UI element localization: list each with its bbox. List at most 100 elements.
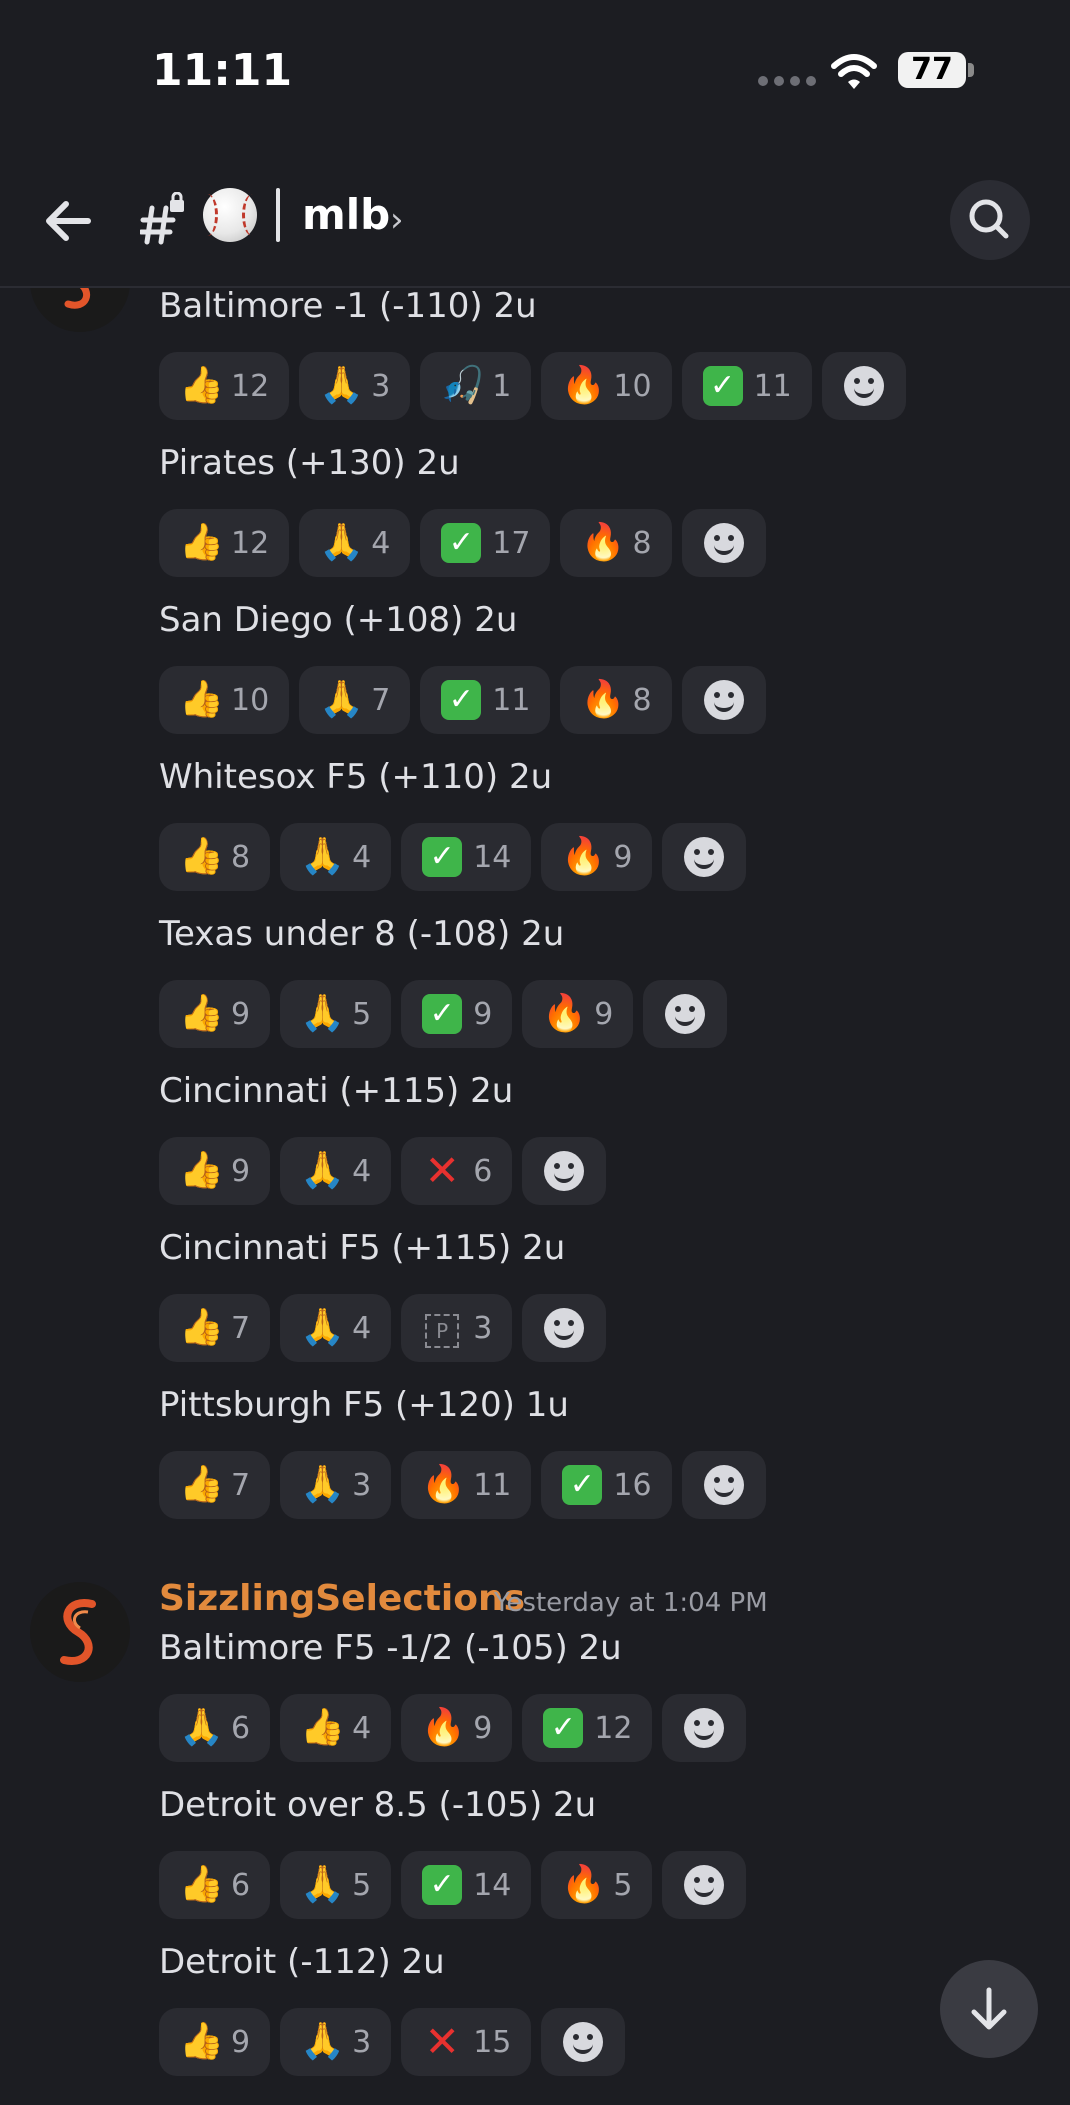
reaction-pill[interactable]: 👍 12 <box>159 352 290 420</box>
message-list[interactable]: Baltimore -1 (-110) 2u 👍 12 🙏 3 🎣 1 🔥 10 ✓ 11 Pirat… <box>0 288 1070 2105</box>
channel-name[interactable]: mlb <box>302 190 390 239</box>
reaction-count: 3 <box>371 368 391 404</box>
search-button[interactable] <box>950 180 1030 260</box>
reaction-count: 12 <box>231 525 270 561</box>
chevron-right-icon[interactable]: › <box>390 200 404 240</box>
reaction-row: 👍 12 🙏 3 🎣 1 🔥 10 ✓ 11 <box>159 352 906 420</box>
praying-hands-icon: 🙏 <box>300 1864 345 1905</box>
thumbs-up-icon: 👍 <box>179 836 224 877</box>
check-mark-icon: ✓ <box>421 994 463 1034</box>
reaction-pill[interactable]: 🔥 9 <box>541 823 653 891</box>
add-reaction-button[interactable] <box>541 2008 626 2076</box>
baseball-icon <box>203 188 257 242</box>
praying-hands-icon: 🙏 <box>179 1707 224 1748</box>
reaction-pill[interactable]: 🔥 11 <box>401 1451 532 1519</box>
reaction-pill[interactable]: 👍 12 <box>159 509 290 577</box>
message-text: Pirates (+130) 2u <box>159 443 460 483</box>
reaction-pill[interactable]: ✓ 17 <box>420 509 551 577</box>
reaction-pill[interactable]: 👍 4 <box>280 1694 392 1762</box>
reaction-pill[interactable]: 🔥 8 <box>560 666 672 734</box>
reaction-pill[interactable]: 🔥 8 <box>560 509 672 577</box>
reaction-count: 4 <box>352 1710 372 1746</box>
fire-icon: 🔥 <box>542 993 588 1034</box>
reaction-pill[interactable]: 🙏 4 <box>280 823 392 891</box>
smile-icon <box>665 994 706 1034</box>
reaction-pill[interactable]: 👍 6 <box>159 1851 271 1919</box>
reaction-pill[interactable]: 🎣 1 <box>420 352 532 420</box>
thumbs-up-icon: 👍 <box>179 1464 224 1505</box>
check-mark-icon: ✓ <box>702 366 744 406</box>
add-reaction-button[interactable] <box>522 1294 607 1362</box>
reaction-pill[interactable]: 🙏 3 <box>280 2008 392 2076</box>
add-reaction-button[interactable] <box>662 1694 747 1762</box>
reaction-pill[interactable]: 🙏 5 <box>280 1851 392 1919</box>
battery-level: 77 <box>898 52 966 88</box>
reaction-pill[interactable]: 👍 7 <box>159 1294 271 1362</box>
reaction-pill[interactable]: 🙏 7 <box>299 666 411 734</box>
reaction-count: 4 <box>352 1310 372 1346</box>
add-reaction-button[interactable] <box>681 509 766 577</box>
reaction-pill[interactable]: 🔥 9 <box>522 980 634 1048</box>
reaction-pill[interactable]: ✓ 11 <box>681 352 812 420</box>
praying-hands-icon: 🙏 <box>300 1307 345 1348</box>
reaction-pill[interactable]: P3 <box>401 1294 513 1362</box>
add-reaction-button[interactable] <box>662 823 747 891</box>
battery-icon: 77 <box>898 52 974 92</box>
praying-hands-icon: 🙏 <box>300 2021 345 2062</box>
reaction-pill[interactable]: ✕ 15 <box>401 2008 532 2076</box>
reaction-pill[interactable]: 🙏 4 <box>280 1294 392 1362</box>
smile-icon <box>544 1151 585 1191</box>
reaction-pill[interactable]: ✓ 14 <box>401 823 532 891</box>
smile-icon <box>684 837 725 877</box>
message-timestamp: Yesterday at 1:04 PM <box>494 1588 768 1618</box>
reaction-pill[interactable]: 🙏 3 <box>299 352 411 420</box>
reaction-pill[interactable]: 👍 10 <box>159 666 290 734</box>
reaction-row: 👍 7 🙏 3 🔥 11 ✓ 16 <box>159 1451 766 1519</box>
reaction-pill[interactable]: 🔥 5 <box>541 1851 653 1919</box>
jump-to-present-button[interactable] <box>940 1960 1038 2058</box>
reaction-pill[interactable]: ✓ 12 <box>522 1694 653 1762</box>
avatar[interactable] <box>30 288 130 332</box>
avatar[interactable] <box>30 1582 130 1682</box>
add-reaction-button[interactable] <box>522 1137 607 1205</box>
message-text: Cincinnati F5 (+115) 2u <box>159 1228 566 1268</box>
cross-mark-icon: ✕ <box>424 1146 460 1195</box>
reaction-pill[interactable]: ✓ 16 <box>541 1451 672 1519</box>
reaction-count: 7 <box>231 1310 251 1346</box>
praying-hands-icon: 🙏 <box>319 365 365 406</box>
add-reaction-button[interactable] <box>681 666 766 734</box>
add-reaction-button[interactable] <box>681 1451 766 1519</box>
reaction-pill[interactable]: 🙏 4 <box>280 1137 392 1205</box>
add-reaction-button[interactable] <box>821 352 906 420</box>
reaction-count: 12 <box>231 368 270 404</box>
message-author[interactable]: SizzlingSelections <box>159 1578 525 1619</box>
add-reaction-button[interactable] <box>662 1851 747 1919</box>
reaction-pill[interactable]: 🙏 6 <box>159 1694 271 1762</box>
add-reaction-button[interactable] <box>643 980 728 1048</box>
reaction-pill[interactable]: 👍 9 <box>159 2008 271 2076</box>
message-text: Texas under 8 (-108) 2u <box>159 914 565 954</box>
reaction-pill[interactable]: ✓ 9 <box>401 980 513 1048</box>
reaction-pill[interactable]: ✕ 6 <box>401 1137 513 1205</box>
reaction-pill[interactable]: 🙏 5 <box>280 980 392 1048</box>
thumbs-up-icon: 👍 <box>179 1864 224 1905</box>
reaction-row: 👍 9 🙏 5 ✓ 9 🔥 9 <box>159 980 728 1048</box>
message-text: Pittsburgh F5 (+120) 1u <box>159 1385 569 1425</box>
reaction-pill[interactable]: 🔥 9 <box>401 1694 513 1762</box>
reaction-pill[interactable]: 👍 9 <box>159 980 271 1048</box>
reaction-pill[interactable]: 🙏 4 <box>299 509 411 577</box>
reaction-count: 9 <box>594 996 614 1032</box>
reaction-pill[interactable]: 👍 8 <box>159 823 271 891</box>
reaction-pill[interactable]: ✓ 11 <box>420 666 551 734</box>
message-text: Cincinnati (+115) 2u <box>159 1071 514 1111</box>
reaction-pill[interactable]: 🔥 10 <box>541 352 672 420</box>
thumbs-up-icon: 👍 <box>300 1707 345 1748</box>
reaction-count: 17 <box>492 525 531 561</box>
reaction-pill[interactable]: 👍 9 <box>159 1137 271 1205</box>
reaction-count: 5 <box>352 1867 372 1903</box>
reaction-pill[interactable]: 🙏 3 <box>280 1451 392 1519</box>
reaction-pill[interactable]: 👍 7 <box>159 1451 271 1519</box>
back-arrow-icon[interactable] <box>40 190 102 252</box>
reaction-pill[interactable]: ✓ 14 <box>401 1851 532 1919</box>
bottom-edge <box>0 2090 1070 2105</box>
